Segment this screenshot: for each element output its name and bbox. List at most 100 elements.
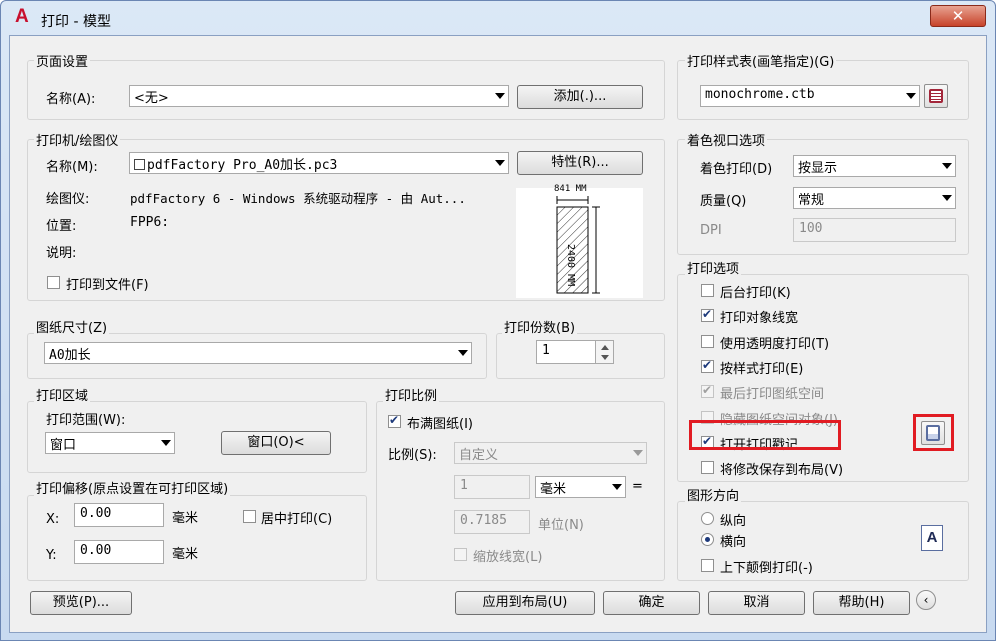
plot-option-checkbox[interactable]	[701, 461, 714, 474]
apply-to-layout-button[interactable]: 应用到布局(U)	[455, 591, 595, 615]
title-bar[interactable]: A 打印 - 模型 ✕	[1, 1, 995, 35]
paper-size-value: A0加长	[49, 348, 91, 363]
preview-button[interactable]: 预览(P)...	[30, 591, 132, 615]
shade-plot-combo[interactable]: 按显示	[793, 155, 956, 177]
chevron-down-icon	[495, 93, 505, 99]
plot-option-checkbox[interactable]	[701, 335, 714, 348]
center-plot-checkbox[interactable]	[243, 510, 256, 523]
offset-y-unit: 毫米	[172, 547, 199, 562]
landscape-label: 横向	[720, 535, 747, 550]
scale-lineweights-checkbox[interactable]	[454, 548, 467, 561]
chevron-down-icon	[612, 484, 622, 490]
page-setup-name-value: <无>	[134, 91, 169, 106]
shade-plot-value: 按显示	[798, 161, 838, 176]
help-button[interactable]: 帮助(H)	[813, 591, 910, 615]
portrait-radio[interactable]	[701, 512, 714, 525]
plot-style-value: monochrome.ctb	[705, 87, 815, 102]
fit-to-paper-checkbox[interactable]	[388, 413, 401, 428]
ok-button[interactable]: 确定	[603, 591, 700, 615]
scale-unit-combo[interactable]: 毫米	[535, 476, 626, 498]
paper-size-combo[interactable]: A0加长	[44, 342, 472, 364]
plot-option-checkbox[interactable]	[701, 383, 714, 398]
dpi-label: DPI	[700, 223, 722, 238]
copies-spinner[interactable]	[595, 340, 614, 364]
plotter-label: 绘图仪:	[46, 192, 90, 207]
close-button[interactable]: ✕	[930, 5, 986, 27]
plot-style-combo[interactable]: monochrome.ctb	[700, 85, 920, 107]
portrait-label: 纵向	[720, 514, 747, 529]
cancel-button[interactable]: 取消	[708, 591, 805, 615]
chevron-left-icon: ‹	[923, 593, 929, 607]
edit-plot-style-button[interactable]	[924, 84, 948, 108]
plot-option-label: 将修改保存到布局(V)	[720, 463, 844, 478]
quality-combo[interactable]: 常规	[793, 187, 956, 209]
scale-combo[interactable]: 自定义	[454, 442, 647, 464]
printer-title: 打印机/绘图仪	[34, 130, 121, 149]
chevron-down-icon	[458, 350, 468, 356]
equals-sign: =	[632, 479, 643, 494]
copies-input[interactable]: 1	[536, 340, 596, 364]
plot-option-checkbox[interactable]	[701, 284, 714, 297]
plot-option-label: 后台打印(K)	[720, 286, 791, 301]
offset-x-label: X:	[46, 512, 60, 527]
paper-height-label: 2400 MM	[565, 244, 576, 287]
scale-unit-value: 毫米	[540, 482, 567, 497]
print-dialog-window: A 打印 - 模型 ✕ 页面设置 名称(A): <无> 添加(.)... 打印机…	[0, 0, 996, 641]
upside-down-checkbox[interactable]	[701, 559, 714, 572]
printer-icon	[134, 159, 145, 170]
plot-offset-title: 打印偏移(原点设置在可打印区域)	[34, 478, 231, 497]
copies-title: 打印份数(B)	[502, 317, 578, 336]
plot-option-checkbox[interactable]	[701, 307, 714, 322]
chevron-down-icon	[942, 195, 952, 201]
chevron-down-icon	[906, 93, 916, 99]
print-to-file-label: 打印到文件(F)	[66, 278, 149, 293]
orientation-title: 图形方向	[685, 485, 742, 504]
page-setup-name-combo[interactable]: <无>	[129, 85, 509, 107]
chevron-down-icon	[495, 160, 505, 166]
plot-stamp-settings-button[interactable]	[921, 421, 945, 445]
upside-down-label: 上下颠倒打印(-)	[720, 561, 813, 576]
shaded-viewport-title: 着色视口选项	[685, 130, 768, 149]
scale-value1-input[interactable]: 1	[454, 475, 530, 499]
dpi-input[interactable]: 100	[793, 218, 956, 242]
offset-x-input[interactable]: 0.00	[74, 503, 164, 527]
offset-x-unit: 毫米	[172, 511, 199, 526]
printer-name-value: pdfFactory Pro_A0加长.pc3	[147, 158, 338, 173]
properties-button[interactable]: 特性(R)...	[517, 151, 643, 175]
scale-value: 自定义	[459, 448, 499, 463]
plot-option-label: 按样式打印(E)	[720, 362, 804, 377]
scale-label: 比例(S):	[388, 448, 437, 463]
chevron-down-icon	[633, 450, 643, 456]
plot-option-checkbox[interactable]	[701, 358, 714, 373]
scale-value2-input[interactable]: 0.7185	[454, 510, 530, 534]
landscape-radio[interactable]	[701, 533, 714, 546]
spin-up-icon[interactable]	[601, 345, 609, 350]
plot-area-title: 打印区域	[34, 385, 91, 404]
fit-to-paper-label: 布满图纸(I)	[407, 417, 473, 432]
paper-preview: 841 MM 2400 MM	[516, 184, 643, 298]
dialog-client: 页面设置 名称(A): <无> 添加(.)... 打印机/绘图仪 名称(M): …	[9, 35, 987, 633]
plot-option-label: 最后打印图纸空间	[720, 387, 825, 402]
spin-down-icon[interactable]	[601, 355, 609, 360]
location-value: FPP6:	[130, 215, 170, 230]
location-label: 位置:	[46, 219, 77, 234]
quality-label: 质量(Q)	[700, 194, 747, 209]
add-page-setup-button[interactable]: 添加(.)...	[517, 85, 643, 109]
close-icon: ✕	[951, 7, 965, 25]
unit-label: 单位(N)	[538, 518, 584, 533]
plot-scale-title: 打印比例	[383, 385, 440, 404]
shade-plot-label: 着色打印(D)	[700, 162, 773, 177]
center-plot-label: 居中打印(C)	[261, 512, 333, 527]
collapse-options-button[interactable]: ‹	[916, 590, 936, 610]
window-select-button[interactable]: 窗口(O)<	[221, 431, 331, 455]
autocad-logo-icon: A	[15, 6, 29, 27]
window-title: 打印 - 模型	[41, 14, 111, 30]
page-setup-name-label: 名称(A):	[46, 92, 96, 107]
print-to-file-checkbox[interactable]	[47, 276, 60, 289]
plot-range-value: 窗口	[50, 438, 77, 453]
plot-range-combo[interactable]: 窗口	[45, 432, 175, 454]
scale-lineweights-label: 缩放线宽(L)	[473, 550, 543, 565]
offset-y-input[interactable]: 0.00	[74, 540, 164, 564]
printer-name-combo[interactable]: pdfFactory Pro_A0加长.pc3	[129, 152, 509, 174]
plot-option-label: 使用透明度打印(T)	[720, 337, 830, 352]
